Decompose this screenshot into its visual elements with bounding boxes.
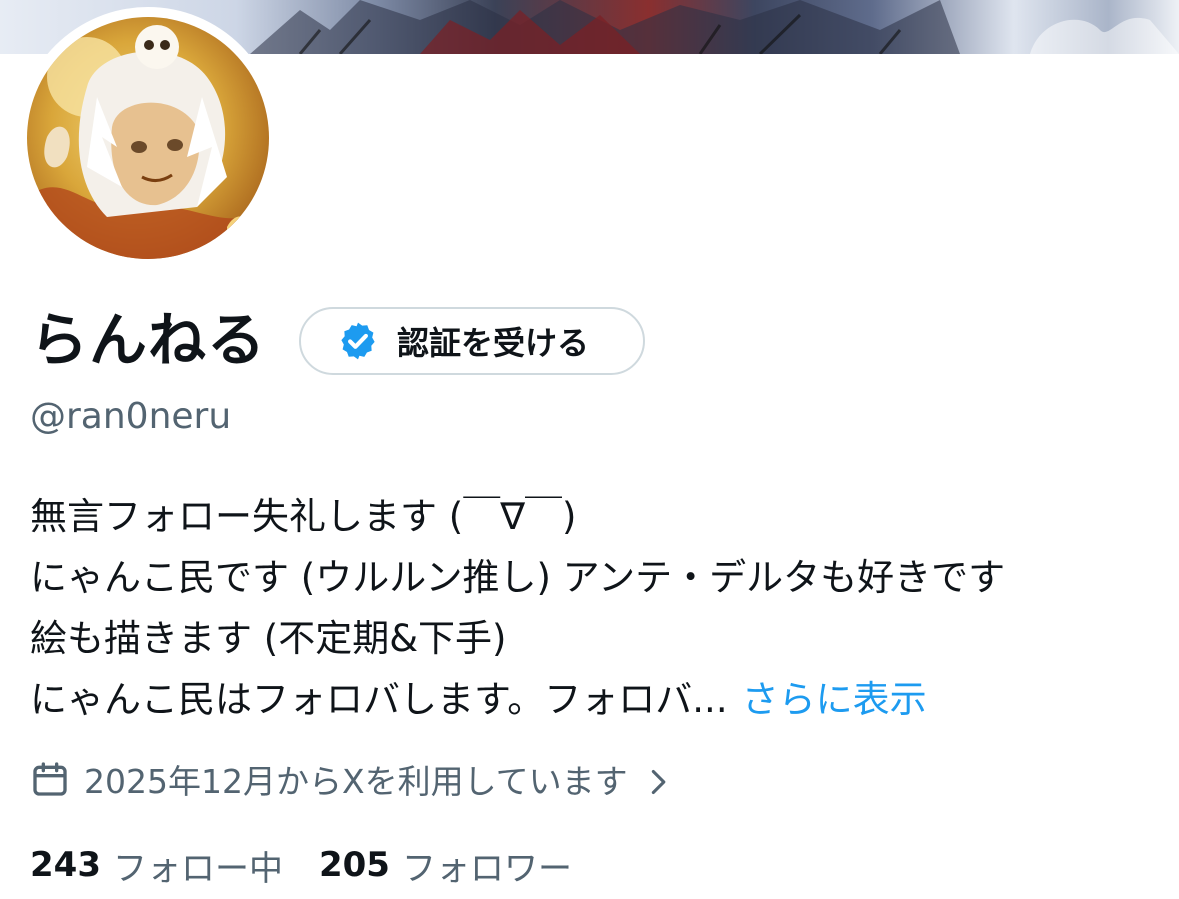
following-label: フォロー中	[112, 848, 283, 889]
bio-line: 無言フォロー失礼します (￣∇￣)	[30, 495, 577, 538]
following-count: 243	[30, 845, 101, 885]
get-verified-button[interactable]: 認証を受ける	[299, 307, 645, 375]
bio-line: にゃんこ民です (ウルルン推し) アンテ・デルタも好きです	[30, 556, 1006, 599]
profile-bio: 無言フォロー失礼します (￣∇￣) にゃんこ民です (ウルルン推し) アンテ・デ…	[30, 486, 1160, 730]
followers-stat[interactable]: 205 フォロワー	[319, 841, 572, 890]
show-more-link[interactable]: さらに表示	[742, 678, 927, 721]
avatar[interactable]	[27, 17, 269, 259]
user-handle: @ran0neru	[30, 396, 232, 437]
bio-line-last: にゃんこ民はフォロバします。フォロバ... さらに表示	[30, 669, 1160, 730]
verified-badge-icon	[337, 320, 379, 362]
bio-line-text: にゃんこ民はフォロバします。フォロバ...	[30, 678, 728, 721]
chevron-right-icon	[644, 765, 672, 795]
get-verified-label: 認証を受ける	[397, 324, 590, 362]
joined-date-row[interactable]: 2025年12月からXを利用しています	[30, 752, 672, 806]
following-stat[interactable]: 243 フォロー中	[30, 841, 283, 890]
followers-label: フォロワー	[401, 848, 572, 889]
joined-date-text: 2025年12月からXを利用しています	[84, 762, 628, 801]
follow-stats: 243 フォロー中 205 フォロワー	[30, 838, 572, 892]
display-name: らんねる	[30, 306, 267, 374]
bio-line: 絵も描きます (不定期&下手)	[30, 617, 507, 660]
calendar-icon	[30, 759, 70, 799]
profile-page: らんねる 認証を受ける @ran0neru 無言フォロー失礼します (￣∇￣) …	[0, 0, 1179, 899]
followers-count: 205	[318, 845, 390, 885]
